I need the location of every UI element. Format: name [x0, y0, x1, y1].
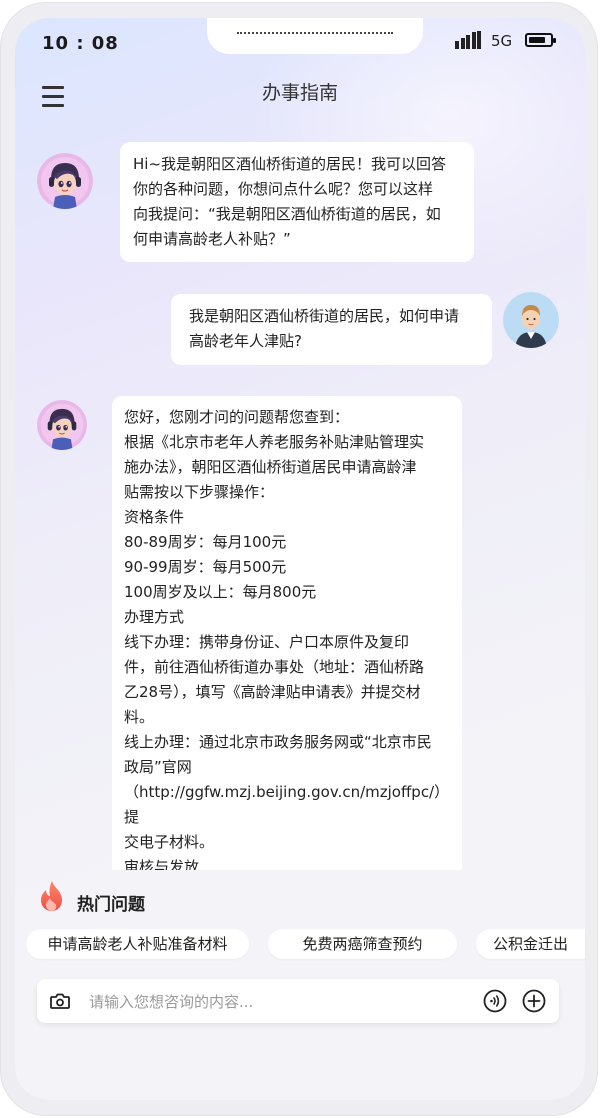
chat-input-bar [37, 979, 559, 1023]
message-input[interactable] [87, 987, 471, 1017]
flame-icon [38, 880, 66, 914]
hot-question-chip[interactable]: 免费两癌筛查预约 [268, 929, 457, 959]
hot-question-chip[interactable]: 公积金迁出 [476, 929, 585, 959]
bot-message: 您好，您刚才问的问题帮您查到： 根据《北京市老年人养老服务补贴津贴管理实 施办法… [112, 396, 462, 870]
chip-label: 公积金迁出 [492, 935, 568, 953]
page-title: 办事指南 [261, 82, 338, 104]
phone-frame: 10 : 08 5G 办事指南 Hi~我是朝阳区酒仙桥街道的居民！我可以回答 你… [0, 0, 600, 1118]
voice-icon[interactable] [483, 989, 507, 1013]
chip-label: 申请高龄老人补贴准备材料 [47, 935, 228, 953]
battery-icon [525, 33, 556, 47]
bot-avatar [37, 153, 93, 209]
signal-icon [455, 31, 481, 49]
bot-message: Hi~我是朝阳区酒仙桥街道的居民！我可以回答 你的各种问题，你想问点什么呢？您可… [120, 142, 474, 262]
message-text: 您好，您刚才问的问题帮您查到： 根据《北京市老年人养老服务补贴津贴管理实 施办法… [124, 408, 450, 870]
message-text: 我是朝阳区酒仙桥街道的居民，如何申请 高龄老年人津贴? [189, 307, 460, 350]
user-avatar [503, 292, 559, 348]
add-icon[interactable] [522, 989, 546, 1013]
message-text: Hi~我是朝阳区酒仙桥街道的居民！我可以回答 你的各种问题，你想问点什么呢？您可… [133, 155, 447, 248]
status-time: 10 : 08 [42, 33, 119, 54]
chip-label: 免费两癌筛查预约 [302, 935, 423, 953]
network-type: 5G [491, 32, 513, 50]
hot-questions-title: 热门问题 [77, 895, 145, 915]
bot-avatar [37, 400, 87, 450]
hot-question-chip[interactable]: 申请高龄老人补贴准备材料 [26, 929, 249, 959]
user-message: 我是朝阳区酒仙桥街道的居民，如何申请 高龄老年人津贴? [171, 294, 492, 365]
camera-icon[interactable] [49, 991, 71, 1011]
notch [207, 18, 423, 54]
